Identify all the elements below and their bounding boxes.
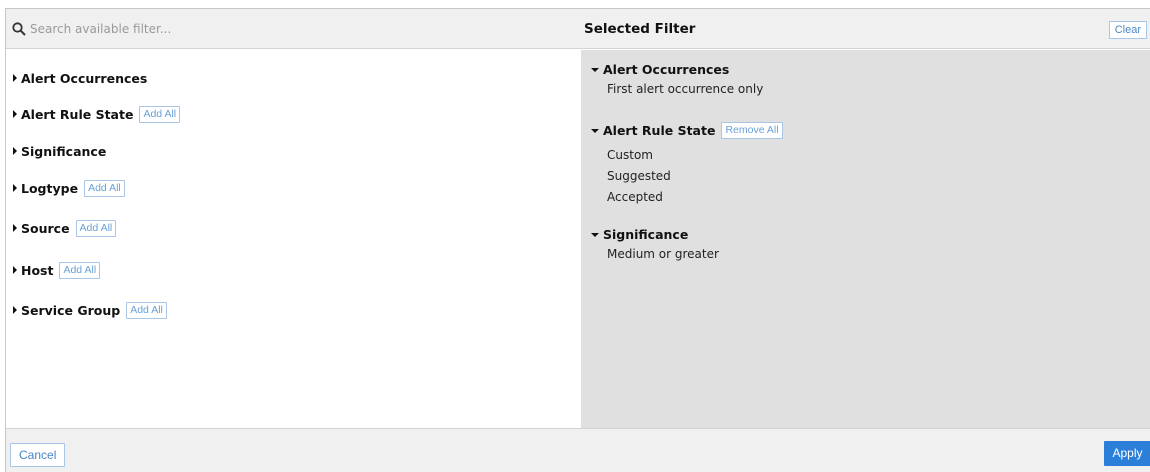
available-item-label: Source bbox=[21, 220, 70, 236]
expand-caret-icon[interactable] bbox=[13, 74, 17, 82]
selected-value: First alert occurrence only bbox=[607, 82, 764, 96]
add-all-button[interactable]: Add All bbox=[139, 105, 181, 123]
selected-value: Accepted bbox=[607, 190, 663, 204]
available-item-service-group[interactable]: Service Group Add All bbox=[13, 300, 167, 320]
selected-filter-title: Selected Filter bbox=[584, 21, 696, 37]
available-item-significance[interactable]: Significance bbox=[13, 141, 106, 161]
remove-all-button[interactable]: Remove All bbox=[721, 121, 783, 139]
expand-caret-icon[interactable] bbox=[13, 266, 17, 274]
available-item-label: Logtype bbox=[21, 180, 79, 196]
search-input[interactable] bbox=[30, 22, 390, 36]
available-item-alert-rule-state[interactable]: Alert Rule State Add All bbox=[13, 104, 181, 124]
available-item-label: Significance bbox=[21, 143, 107, 159]
collapse-caret-icon[interactable] bbox=[591, 232, 599, 237]
expand-caret-icon[interactable] bbox=[13, 306, 17, 314]
available-item-logtype[interactable]: Logtype Add All bbox=[13, 178, 125, 198]
clear-button[interactable]: Clear bbox=[1108, 21, 1147, 39]
available-item-source[interactable]: Source Add All bbox=[13, 218, 117, 238]
available-item-label: Host bbox=[21, 262, 54, 278]
selected-value: Medium or greater bbox=[607, 247, 719, 261]
expand-caret-icon[interactable] bbox=[13, 184, 17, 192]
collapse-caret-icon[interactable] bbox=[591, 67, 599, 72]
add-all-button[interactable]: Add All bbox=[126, 301, 167, 319]
expand-caret-icon[interactable] bbox=[13, 224, 17, 232]
dialog-header: Selected Filter Clear bbox=[6, 9, 1150, 49]
available-filters-panel: Alert Occurrences Alert Rule State Add A… bbox=[6, 50, 581, 428]
add-all-button[interactable]: Add All bbox=[59, 261, 101, 279]
selected-filters-panel: Alert Occurrences First alert occurrence… bbox=[581, 50, 1150, 428]
dialog-footer: Cancel Apply bbox=[6, 428, 1150, 472]
filter-dialog: Selected Filter Clear Alert Occurrences … bbox=[5, 8, 1150, 472]
selected-group-label: Alert Rule State bbox=[603, 122, 716, 138]
add-all-button[interactable]: Add All bbox=[75, 219, 117, 237]
selected-group-alert-occurrences[interactable]: Alert Occurrences bbox=[591, 59, 729, 79]
apply-button[interactable]: Apply bbox=[1104, 441, 1150, 466]
available-item-label: Alert Rule State bbox=[21, 106, 134, 122]
add-all-button[interactable]: Add All bbox=[84, 179, 125, 197]
available-item-alert-occurrences[interactable]: Alert Occurrences bbox=[13, 68, 147, 88]
selected-group-significance[interactable]: Significance bbox=[591, 224, 688, 244]
selected-group-label: Significance bbox=[603, 226, 689, 242]
search-icon bbox=[12, 22, 26, 36]
collapse-caret-icon[interactable] bbox=[591, 128, 599, 133]
selected-group-label: Alert Occurrences bbox=[603, 61, 730, 77]
expand-caret-icon[interactable] bbox=[13, 147, 17, 155]
cancel-button[interactable]: Cancel bbox=[10, 443, 66, 467]
selected-group-alert-rule-state[interactable]: Alert Rule State Remove All bbox=[591, 120, 783, 140]
expand-caret-icon[interactable] bbox=[13, 110, 17, 118]
available-item-host[interactable]: Host Add All bbox=[13, 260, 101, 280]
selected-value: Suggested bbox=[607, 169, 671, 183]
available-item-label: Service Group bbox=[21, 302, 121, 318]
available-item-label: Alert Occurrences bbox=[21, 70, 148, 86]
search-box[interactable] bbox=[12, 20, 412, 38]
selected-value: Custom bbox=[607, 148, 653, 162]
